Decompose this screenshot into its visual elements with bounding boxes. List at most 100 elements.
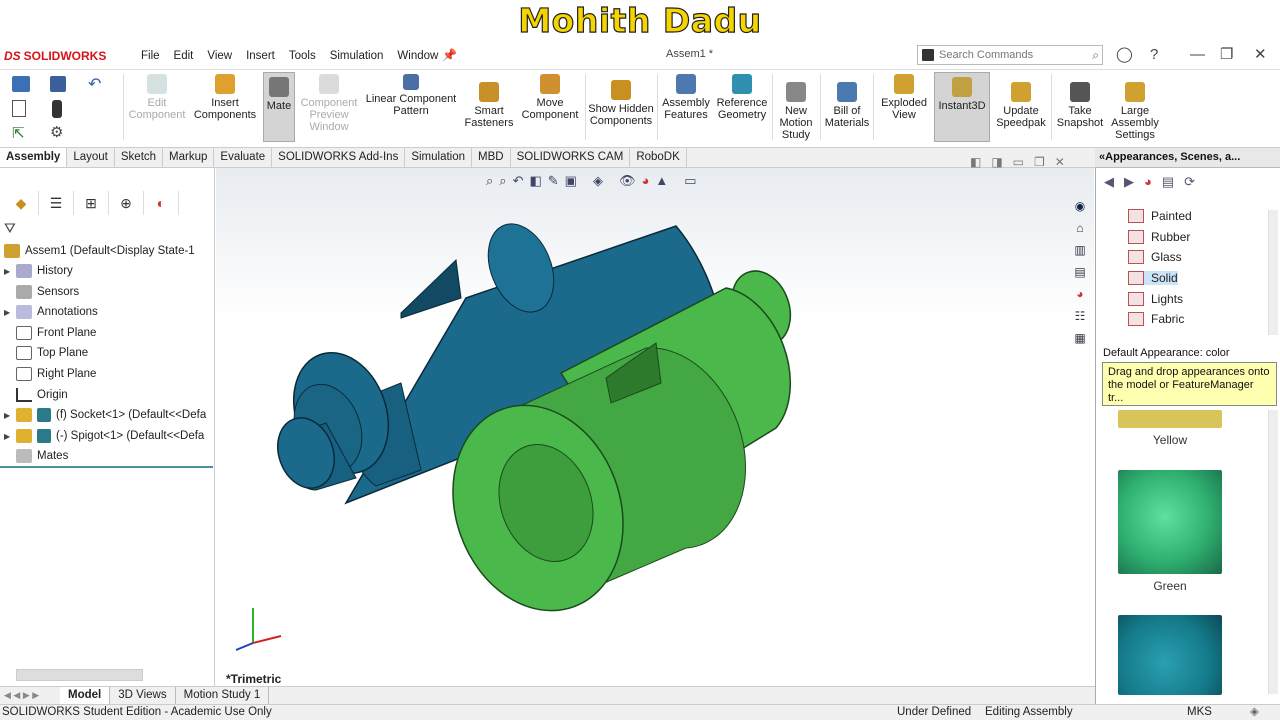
minimize-icon[interactable]: — (1190, 46, 1205, 64)
restore-icon[interactable]: ❐ (1220, 46, 1233, 64)
custom-properties-icon[interactable]: ☷ (1070, 306, 1090, 326)
menu-insert[interactable]: Insert (239, 49, 282, 63)
take-snapshot-button[interactable]: Take Snapshot (1054, 74, 1106, 129)
menu-view[interactable]: View (200, 49, 239, 63)
tree-item-sensors[interactable]: Sensors (0, 282, 79, 302)
tree-item-socket[interactable]: ▶ (f) Socket<1> (Default<<Defa (0, 405, 206, 425)
pin-icon[interactable]: 📌 (442, 48, 457, 62)
linear-pattern-button[interactable]: Linear Component Pattern (363, 74, 459, 117)
instant3d-button[interactable]: Instant3D (934, 72, 990, 142)
status-units[interactable]: MKS (1187, 705, 1212, 720)
tab-simulation[interactable]: Simulation (405, 148, 473, 167)
undo-icon[interactable]: ↶ (88, 74, 101, 94)
viewport-window-controls[interactable]: ◧ ◨ ▭ ❐ ✕ (970, 155, 1065, 169)
folder-painted[interactable]: Painted (1128, 209, 1192, 223)
tree-item-top-plane[interactable]: Top Plane (0, 343, 88, 363)
3d-model-view[interactable] (216, 168, 1094, 686)
help-icon[interactable]: ? (1150, 46, 1158, 64)
horizontal-scrollbar[interactable] (16, 669, 143, 681)
status-options-icon[interactable]: ◈ (1250, 705, 1259, 720)
tab-evaluate[interactable]: Evaluate (214, 148, 273, 167)
search-input[interactable]: Search Commands (939, 49, 1092, 61)
folder-solid[interactable]: Solid (1128, 271, 1178, 285)
show-hidden-button[interactable]: Show Hidden Components (588, 74, 654, 127)
color-wheel-icon[interactable]: ◕ (1144, 174, 1162, 189)
appearances-icon[interactable]: ◕ (1070, 284, 1090, 304)
tree-item-annotations[interactable]: ▶ Annotations (0, 302, 98, 322)
forum-icon[interactable]: ▦ (1070, 328, 1090, 348)
assembly-features-button[interactable]: Assembly Features (660, 74, 712, 121)
solidworks-resources-icon[interactable]: ◉ (1070, 196, 1090, 216)
tree-item-assem1[interactable]: Assem1 (Default<Display State-1 (0, 241, 195, 261)
dimxpert-tab-icon[interactable]: ⊕ (109, 191, 144, 215)
mate-button[interactable]: Mate (263, 72, 295, 142)
add-folder-icon[interactable]: ▤ (1162, 174, 1184, 189)
tree-scrollbar[interactable] (1268, 210, 1278, 335)
component-preview-button[interactable]: Component Preview Window (298, 74, 360, 133)
traffic-light-icon[interactable] (52, 100, 62, 118)
rollback-bar[interactable] (0, 466, 213, 468)
large-assembly-settings-button[interactable]: Large Assembly Settings (1108, 74, 1162, 141)
folder-glass[interactable]: Glass (1128, 250, 1182, 264)
filter-icon[interactable]: ⛛ (4, 220, 16, 237)
tab-scroll-arrows[interactable]: ◀ ◀ ▶ ▶ (0, 690, 60, 701)
menu-window[interactable]: Window (390, 49, 445, 63)
folder-rubber[interactable]: Rubber (1128, 230, 1190, 244)
back-icon[interactable]: ◀ (1104, 174, 1124, 189)
tree-item-origin[interactable]: Origin (0, 385, 68, 405)
display-manager-tab-icon[interactable]: ◐ (144, 191, 179, 215)
new-motion-study-button[interactable]: New Motion Study (775, 74, 817, 141)
swatch-green[interactable] (1118, 470, 1222, 574)
refresh-icon[interactable]: ⟳ (1184, 174, 1205, 189)
tab-sketch[interactable]: Sketch (115, 148, 164, 167)
tree-item-mates[interactable]: Mates (0, 446, 68, 466)
design-library-icon[interactable]: ⌂ (1070, 218, 1090, 238)
insert-components-button[interactable]: Insert Components (190, 74, 260, 121)
configuration-manager-tab-icon[interactable]: ⊞ (74, 191, 109, 215)
search-commands-box[interactable]: Search Commands ⌕ (917, 45, 1103, 65)
edit-component-button[interactable]: Edit Component (128, 74, 186, 121)
menu-simulation[interactable]: Simulation (323, 49, 391, 63)
close-icon[interactable]: ✕ (1254, 46, 1267, 64)
forward-icon[interactable]: ▶ (1124, 174, 1144, 189)
folder-lights[interactable]: Lights (1128, 292, 1183, 306)
feature-manager-tab-icon[interactable]: ◆ (4, 191, 39, 215)
smart-fasteners-button[interactable]: Smart Fasteners (462, 74, 516, 129)
tab-3d-views[interactable]: 3D Views (110, 687, 176, 704)
expand-arrow-icon[interactable]: ▶ (4, 411, 16, 420)
tree-item-spigot[interactable]: ▶ (-) Spigot<1> (Default<<Defa (0, 426, 204, 446)
solidworks-logo[interactable]: DS SOLIDWORKS (4, 47, 106, 65)
tab-assembly[interactable]: Assembly (0, 148, 68, 167)
tab-model[interactable]: Model (60, 687, 111, 704)
tab-layout[interactable]: Layout (67, 148, 115, 167)
select-icon[interactable]: ⇱ (12, 124, 25, 142)
menu-edit[interactable]: Edit (167, 49, 201, 63)
tab-cam[interactable]: SOLIDWORKS CAM (511, 148, 631, 167)
expand-arrow-icon[interactable]: ▶ (4, 308, 16, 317)
tree-item-front-plane[interactable]: Front Plane (0, 323, 96, 343)
tab-mbd[interactable]: MBD (472, 148, 511, 167)
update-speedpak-button[interactable]: Update Speedpak (994, 74, 1048, 129)
swatch-yellow[interactable] (1118, 410, 1222, 428)
swatch-scrollbar[interactable] (1268, 410, 1278, 694)
home-icon[interactable] (12, 76, 30, 92)
user-icon[interactable]: ◯ (1116, 46, 1133, 64)
file-explorer-icon[interactable]: ▥ (1070, 240, 1090, 260)
tab-robodk[interactable]: RoboDK (630, 148, 687, 167)
menu-tools[interactable]: Tools (282, 49, 323, 63)
expand-arrow-icon[interactable]: ▶ (4, 267, 16, 276)
menu-file[interactable]: File (134, 49, 167, 63)
search-icon[interactable]: ⌕ (1092, 48, 1099, 63)
property-manager-tab-icon[interactable]: ☰ (39, 191, 74, 215)
expand-arrow-icon[interactable]: ▶ (4, 432, 16, 441)
view-palette-icon[interactable]: ▤ (1070, 262, 1090, 282)
tree-item-right-plane[interactable]: Right Plane (0, 364, 96, 384)
tab-markup[interactable]: Markup (163, 148, 215, 167)
reference-geometry-button[interactable]: Reference Geometry (715, 74, 769, 121)
tab-motion-study[interactable]: Motion Study 1 (176, 687, 270, 704)
options-gear-icon[interactable]: ⚙ (50, 123, 63, 141)
new-document-icon[interactable] (12, 100, 26, 117)
bill-of-materials-button[interactable]: Bill of Materials (823, 74, 871, 129)
tab-addins[interactable]: SOLIDWORKS Add-Ins (272, 148, 406, 167)
tree-item-history[interactable]: ▶ History (0, 261, 73, 281)
